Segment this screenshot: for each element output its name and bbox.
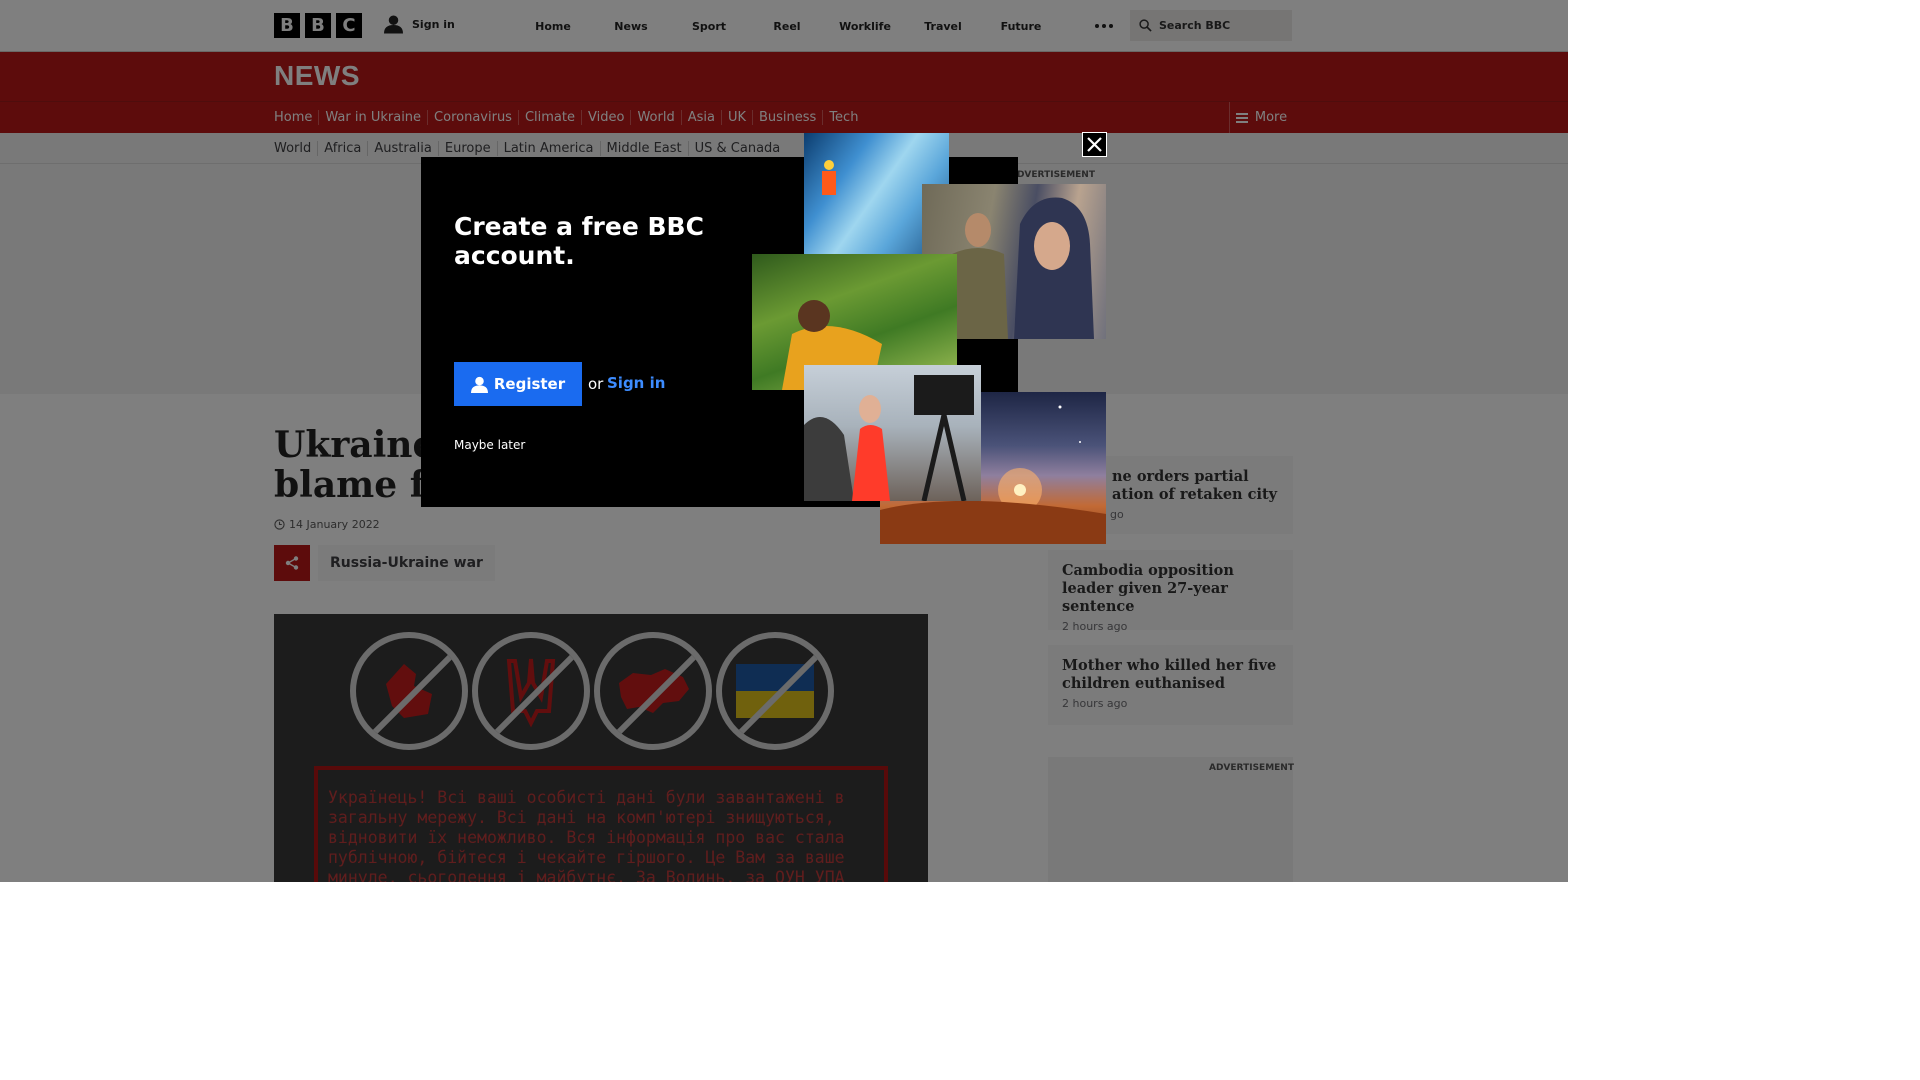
or-text: or bbox=[588, 375, 604, 393]
maybe-later-link[interactable]: Maybe later bbox=[454, 438, 525, 452]
register-button[interactable]: Register bbox=[454, 362, 582, 406]
user-icon bbox=[470, 376, 488, 393]
register-label: Register bbox=[493, 375, 566, 393]
modal-signin-link[interactable]: Sign in bbox=[607, 374, 665, 392]
photo-reporter-camera bbox=[804, 365, 981, 501]
modal-title: Create a free BBC account. bbox=[454, 212, 704, 270]
close-modal-button[interactable] bbox=[1082, 132, 1107, 157]
close-icon bbox=[1087, 137, 1102, 152]
